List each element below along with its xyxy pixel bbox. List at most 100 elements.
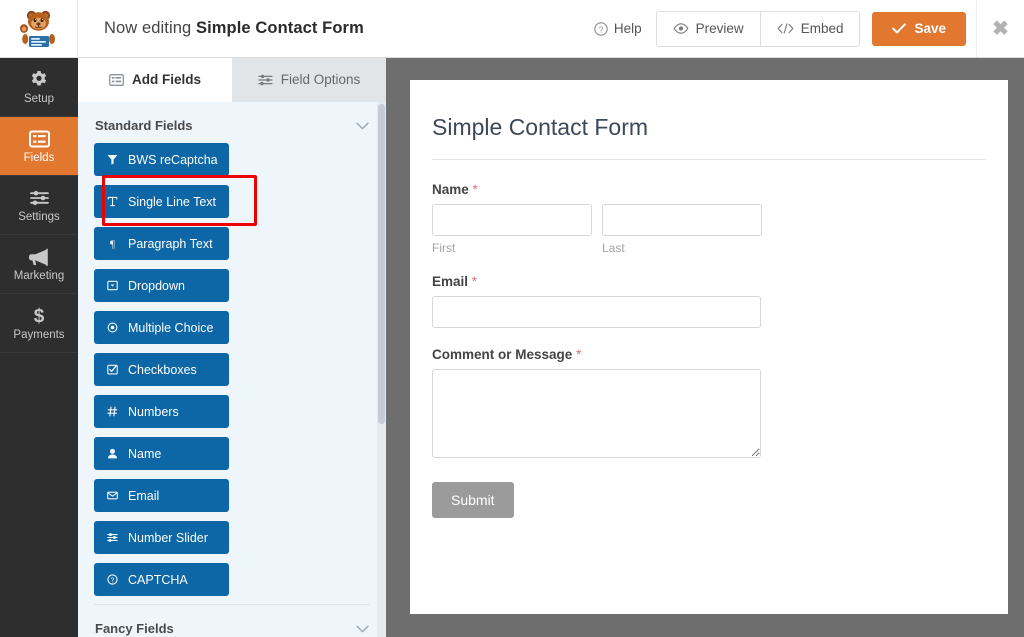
- sidebar-item-label: Fields: [23, 152, 55, 164]
- standard-fields-grid: BWS reCaptcha Single Line Text ¶ Paragra…: [94, 143, 370, 596]
- comment-textarea[interactable]: [432, 369, 761, 458]
- list-icon: [28, 128, 50, 149]
- field-button-email[interactable]: Email: [94, 479, 229, 512]
- field-options-icon: [258, 74, 273, 85]
- eye-icon: [673, 23, 689, 34]
- tab-label: Field Options: [280, 72, 361, 87]
- field-button-number-slider[interactable]: Number Slider: [94, 521, 229, 554]
- svg-text:?: ?: [111, 577, 115, 584]
- sidebar-item-label: Settings: [18, 211, 60, 223]
- svg-text:$: $: [34, 306, 45, 326]
- help-label: Help: [613, 21, 642, 36]
- tab-label: Add Fields: [131, 72, 201, 87]
- field-button-label: Paragraph Text: [128, 236, 213, 251]
- field-label: Name *: [432, 182, 986, 197]
- tab-add-fields[interactable]: Add Fields: [78, 58, 232, 102]
- sidebar-item-settings[interactable]: Settings: [0, 176, 78, 235]
- name-last-sublabel: Last: [602, 241, 625, 255]
- name-first-input[interactable]: [432, 204, 592, 236]
- preview-button[interactable]: Preview: [656, 11, 760, 46]
- fields-list: Standard Fields BWS reCaptcha Single Lin…: [78, 102, 386, 637]
- field-button-checkboxes[interactable]: Checkboxes: [94, 353, 229, 386]
- sidebar-item-payments[interactable]: $ Payments: [0, 294, 78, 353]
- preview-field-comment[interactable]: Comment or Message *: [432, 347, 986, 463]
- slider-icon: [106, 532, 119, 543]
- field-label-text: Name: [432, 182, 469, 197]
- pilcrow-icon: ¶: [106, 238, 119, 249]
- field-button-single-line-text[interactable]: Single Line Text: [94, 185, 229, 218]
- field-button-dropdown[interactable]: Dropdown: [94, 269, 229, 302]
- email-input[interactable]: [432, 296, 761, 328]
- name-last-input[interactable]: [602, 204, 762, 236]
- name-first-col: First: [432, 204, 592, 255]
- embed-label: Embed: [800, 21, 844, 36]
- name-last-col: Last: [602, 204, 762, 255]
- field-button-label: Checkboxes: [128, 362, 197, 377]
- add-fields-icon: [109, 73, 124, 86]
- field-button-label: Numbers: [128, 404, 179, 419]
- name-first-sublabel: First: [432, 241, 456, 255]
- hash-icon: [106, 406, 119, 417]
- code-icon: [777, 23, 794, 34]
- field-button-label: Dropdown: [128, 278, 185, 293]
- panel-tabs: Add Fields Field Options: [78, 58, 386, 102]
- name-subfields-row: First Last: [432, 204, 986, 255]
- required-marker: *: [471, 274, 478, 289]
- field-label: Email *: [432, 274, 986, 289]
- section-title: Standard Fields: [95, 118, 193, 133]
- svg-text:?: ?: [599, 25, 604, 34]
- field-button-multiple-choice[interactable]: Multiple Choice: [94, 311, 229, 344]
- section-standard-fields-header[interactable]: Standard Fields: [94, 102, 370, 143]
- chevron-down-icon[interactable]: [356, 622, 369, 636]
- preview-field-email[interactable]: Email *: [432, 274, 986, 328]
- sidebar-item-marketing[interactable]: Marketing: [0, 235, 78, 294]
- field-button-captcha[interactable]: ? CAPTCHA: [94, 563, 229, 596]
- field-button-label: Single Line Text: [128, 194, 217, 209]
- sidebar-item-fields[interactable]: Fields: [0, 117, 78, 176]
- sliders-icon: [29, 187, 50, 208]
- field-button-label: BWS reCaptcha: [128, 152, 218, 167]
- question-circle-icon: ?: [594, 21, 608, 36]
- page-title: Now editing Simple Contact Form: [104, 19, 364, 38]
- required-marker: *: [472, 182, 478, 197]
- preview-field-name[interactable]: Name * First Last: [432, 182, 986, 255]
- user-icon: [106, 448, 119, 459]
- scrollbar-thumb[interactable]: [378, 104, 385, 424]
- section-fancy-fields-header[interactable]: Fancy Fields: [94, 605, 370, 637]
- gear-icon: [29, 69, 49, 90]
- field-button-numbers[interactable]: Numbers: [94, 395, 229, 428]
- question-icon: ?: [106, 574, 119, 585]
- fields-panel-scrollbar[interactable]: [377, 102, 386, 637]
- fields-panel: Add Fields Field Options Standard Fields: [78, 58, 386, 637]
- envelope-icon: [106, 490, 119, 501]
- editing-prefix: Now editing: [104, 19, 196, 37]
- submit-button[interactable]: Submit: [432, 482, 514, 518]
- help-button[interactable]: ? Help: [594, 21, 642, 36]
- form-preview-card: Simple Contact Form Name * First Last Em…: [410, 80, 1008, 614]
- field-button-paragraph-text[interactable]: ¶ Paragraph Text: [94, 227, 229, 260]
- field-button-name[interactable]: Name: [94, 437, 229, 470]
- field-label: Comment or Message *: [432, 347, 986, 362]
- header-actions: ? Help Preview Embed Save ✖: [594, 0, 1024, 57]
- dollar-icon: $: [31, 305, 47, 326]
- form-preview-area: Simple Contact Form Name * First Last Em…: [386, 58, 1024, 637]
- field-button-bws-recaptcha[interactable]: BWS reCaptcha: [94, 143, 229, 176]
- section-title: Fancy Fields: [95, 621, 174, 636]
- funnel-icon: [106, 154, 119, 165]
- text-cursor-icon: [106, 196, 119, 207]
- tab-field-options[interactable]: Field Options: [232, 58, 386, 102]
- field-button-label: Number Slider: [128, 530, 208, 545]
- chevron-down-icon[interactable]: [356, 119, 369, 133]
- radio-icon: [106, 322, 119, 333]
- form-preview-fields: Name * First Last Email * Comment or Mes…: [432, 160, 986, 518]
- save-button[interactable]: Save: [872, 11, 966, 46]
- embed-button[interactable]: Embed: [759, 11, 860, 46]
- builder-header: Now editing Simple Contact Form ? Help P…: [0, 0, 1024, 58]
- wpforms-builder: Now editing Simple Contact Form ? Help P…: [0, 0, 1024, 637]
- svg-text:¶: ¶: [110, 238, 115, 249]
- close-builder-button[interactable]: ✖: [976, 0, 1024, 57]
- sidebar-item-setup[interactable]: Setup: [0, 58, 78, 117]
- sidebar-item-label: Setup: [23, 93, 55, 105]
- field-label-text: Comment or Message: [432, 347, 573, 362]
- field-button-label: Email: [128, 488, 160, 503]
